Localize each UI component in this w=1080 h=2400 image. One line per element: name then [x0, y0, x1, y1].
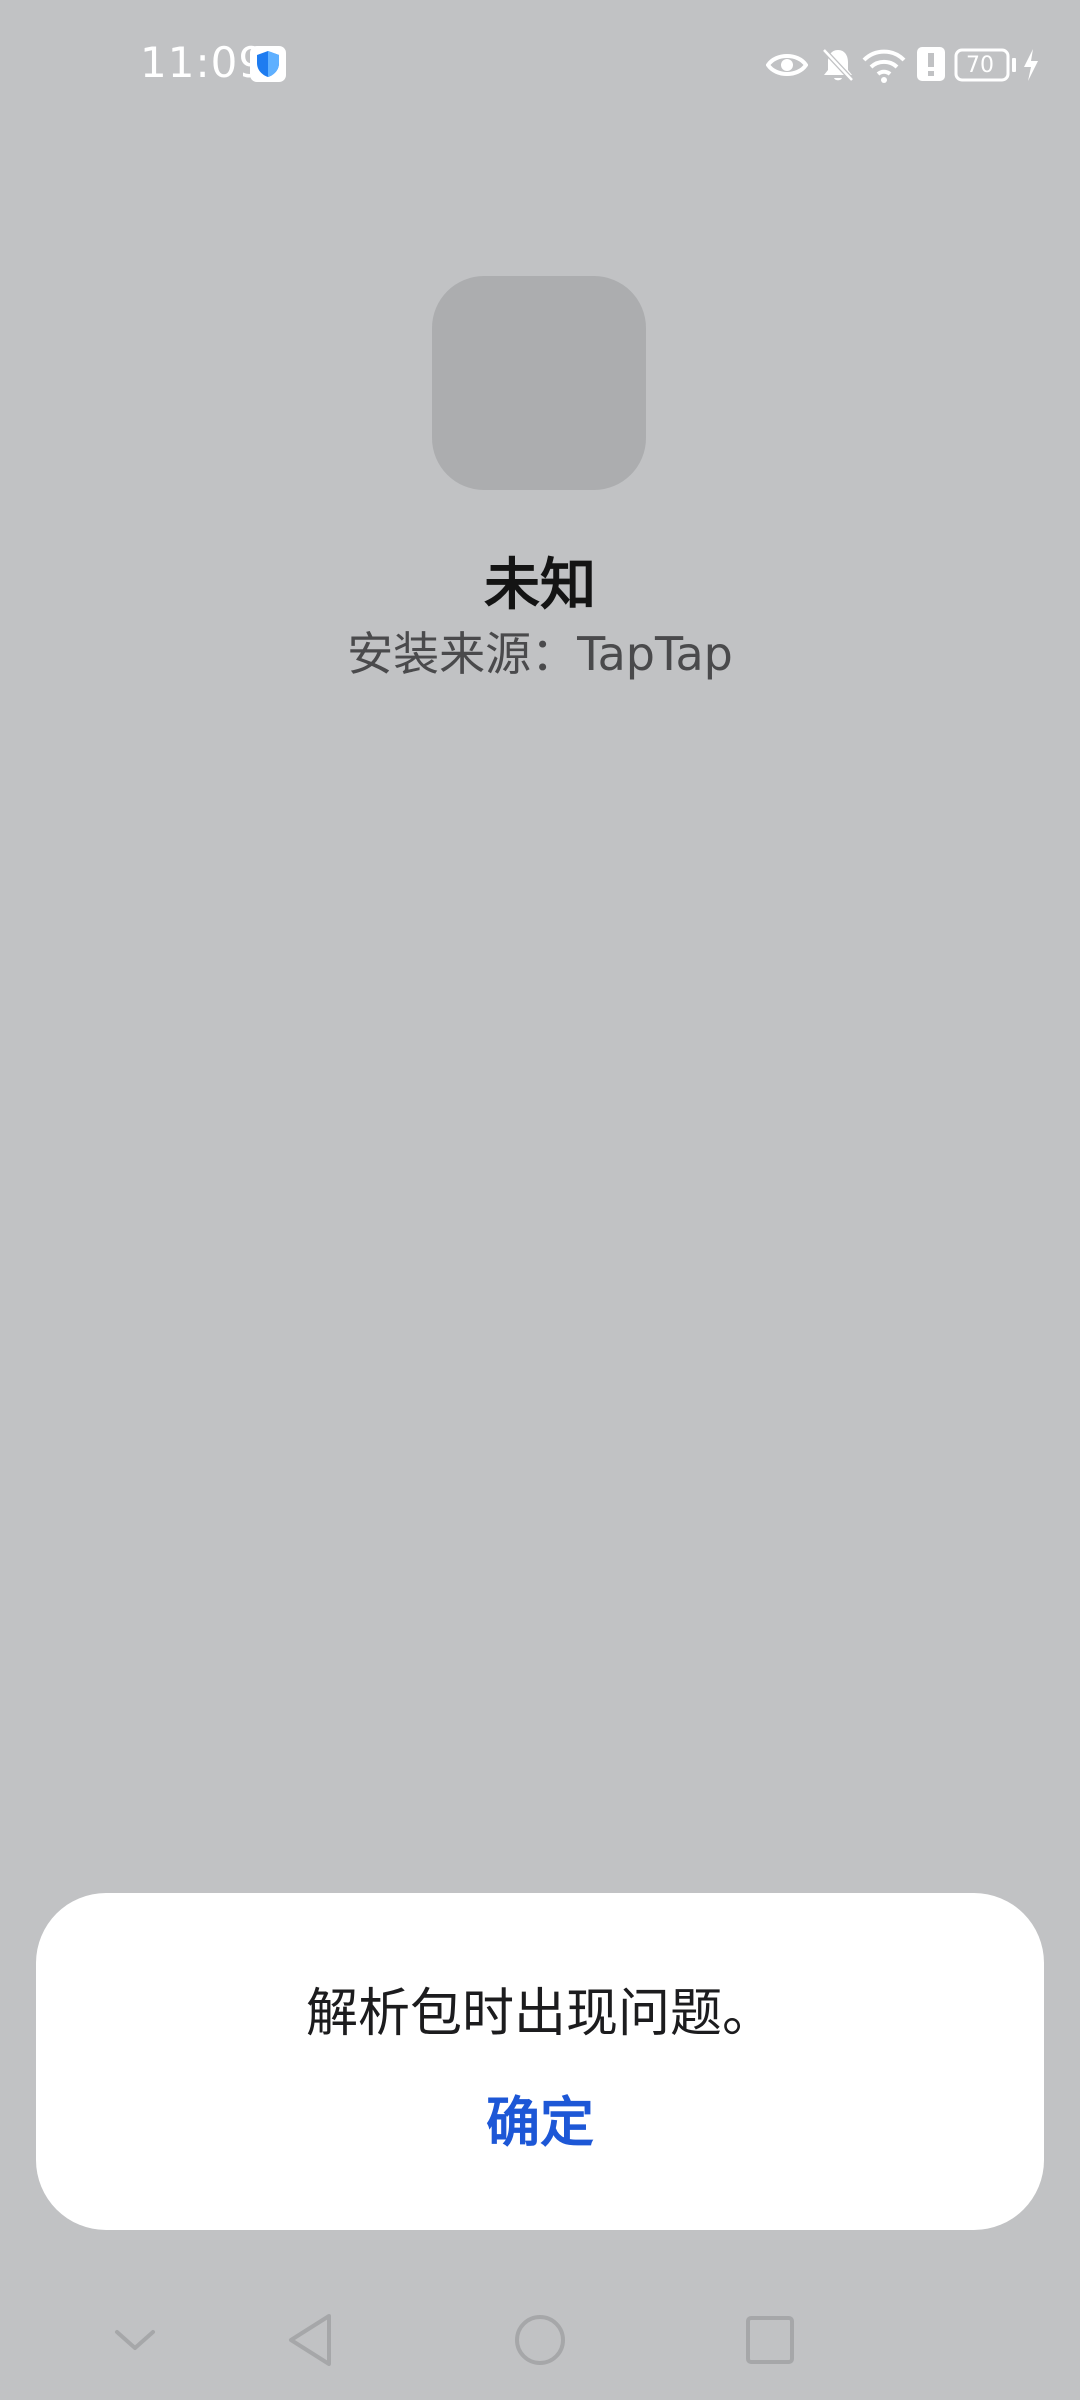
wifi-icon — [862, 49, 906, 83]
status-icons: 70 — [740, 0, 1080, 130]
nav-back-button[interactable] — [270, 2290, 350, 2390]
install-source: 安装来源：TapTap — [347, 627, 733, 681]
status-time: 11:09 — [140, 38, 267, 87]
recents-icon — [746, 2316, 794, 2364]
chevron-down-icon — [115, 2330, 155, 2350]
nav-recents-button[interactable] — [730, 2290, 810, 2390]
error-dialog: 解析包时出现问题。 确定 — [36, 1893, 1044, 2230]
home-icon — [515, 2315, 565, 2365]
dialog-message: 解析包时出现问题。 — [305, 1984, 774, 2044]
confirm-button[interactable]: 确定 — [440, 2083, 640, 2163]
navigation-bar — [0, 2290, 1080, 2400]
status-bar: 11:09 70 — [0, 0, 1080, 130]
nav-hide-button[interactable] — [100, 2290, 170, 2390]
bell-off-icon — [822, 48, 854, 82]
app-icon-placeholder — [432, 276, 646, 490]
battery-level: 70 — [966, 53, 994, 78]
app-name: 未知 — [484, 553, 596, 618]
alert-icon — [917, 47, 945, 81]
nav-home-button[interactable] — [500, 2290, 580, 2390]
back-icon — [289, 2314, 331, 2366]
charging-icon — [1024, 49, 1038, 81]
shield-icon — [250, 46, 286, 82]
battery-icon: 70 — [954, 48, 1018, 82]
eye-icon — [766, 54, 808, 76]
